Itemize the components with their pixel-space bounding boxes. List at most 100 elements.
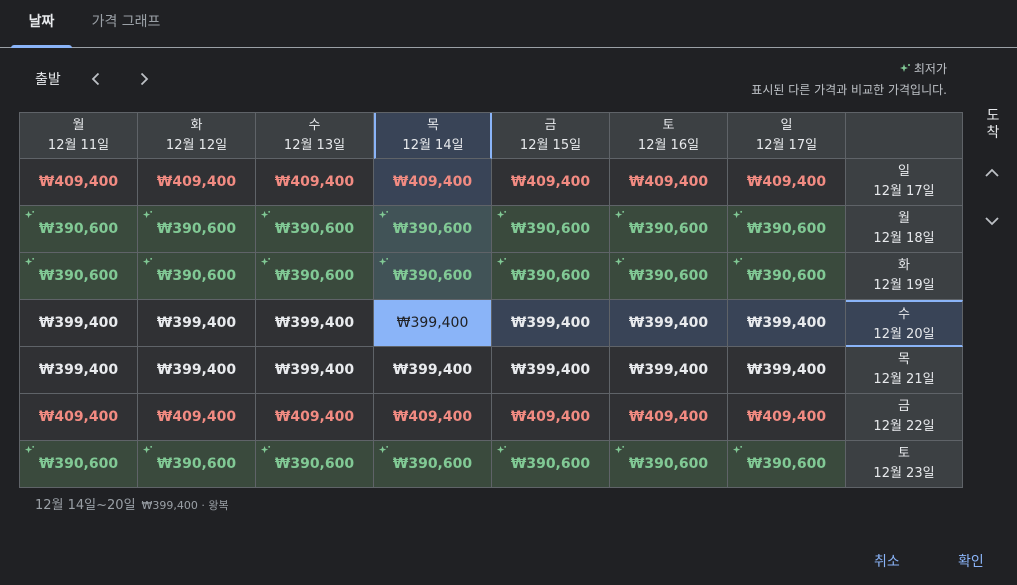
price-cell[interactable]: ₩390,600: [256, 253, 374, 300]
price-cell[interactable]: ₩399,400: [492, 300, 610, 347]
price-cell[interactable]: ₩390,600: [138, 206, 256, 253]
row-date: 12월 17일: [873, 184, 935, 199]
arrival-next-button[interactable]: [978, 207, 1006, 235]
price-cell[interactable]: ₩409,400: [20, 394, 138, 441]
departure-next-button[interactable]: [131, 66, 157, 92]
price-cell[interactable]: ₩409,400: [256, 394, 374, 441]
price-cell[interactable]: ₩409,400: [374, 394, 492, 441]
column-header[interactable]: 월 12월 11일: [20, 113, 138, 159]
price-text: ₩390,600: [746, 221, 827, 237]
column-header[interactable]: 일 12월 17일: [728, 113, 846, 159]
price-cell[interactable]: ₩390,600: [610, 253, 728, 300]
price-cell[interactable]: ₩399,400: [256, 347, 374, 394]
price-cell[interactable]: ₩390,600: [256, 206, 374, 253]
price-cell[interactable]: ₩390,600: [374, 441, 492, 488]
price-cell[interactable]: ₩409,400: [492, 159, 610, 206]
column-header[interactable]: 수 12월 13일: [256, 113, 374, 159]
price-text: ₩390,600: [38, 221, 119, 237]
price-cell[interactable]: ₩390,600: [492, 441, 610, 488]
price-cell[interactable]: ₩399,400: [728, 347, 846, 394]
row-header[interactable]: 목 12월 21일: [846, 347, 963, 394]
column-header[interactable]: 목 12월 14일: [374, 113, 492, 159]
price-text: ₩409,400: [156, 409, 237, 425]
price-cell[interactable]: ₩409,400: [374, 159, 492, 206]
cancel-button[interactable]: 취소: [874, 551, 900, 571]
price-text: ₩409,400: [156, 174, 237, 190]
tab-dates[interactable]: 날짜: [11, 0, 72, 48]
price-cell[interactable]: ₩390,600: [610, 206, 728, 253]
row-header[interactable]: 월 12월 18일: [846, 206, 963, 253]
tab-price-graph[interactable]: 가격 그래프: [78, 0, 174, 47]
price-cell[interactable]: ₩409,400: [492, 394, 610, 441]
price-cell[interactable]: ₩390,600: [256, 441, 374, 488]
row-day: 금: [898, 399, 910, 414]
departure-prev-button[interactable]: [83, 66, 109, 92]
lowest-price-legend: 최저가 표시된 다른 가격과 비교한 가격입니다.: [751, 60, 947, 98]
price-cell[interactable]: ₩390,600: [728, 441, 846, 488]
price-cell[interactable]: ₩399,400: [374, 347, 492, 394]
price-text: ₩390,600: [392, 268, 473, 284]
price-cell[interactable]: ₩399,400: [610, 347, 728, 394]
column-date: 12월 17일: [755, 138, 818, 153]
arrival-prev-button[interactable]: [978, 159, 1006, 187]
price-cell[interactable]: ₩390,600: [728, 206, 846, 253]
price-cell[interactable]: ₩390,600: [492, 206, 610, 253]
price-cell[interactable]: ₩399,400: [728, 300, 846, 347]
price-cell[interactable]: ₩399,400: [374, 300, 492, 347]
price-cell[interactable]: ₩390,600: [20, 206, 138, 253]
column-day: 일: [780, 118, 793, 133]
row-header[interactable]: 토 12월 23일: [846, 441, 963, 488]
price-cell[interactable]: ₩409,400: [138, 159, 256, 206]
price-cell[interactable]: ₩409,400: [256, 159, 374, 206]
column-day: 화: [190, 118, 203, 133]
price-cell[interactable]: ₩399,400: [20, 347, 138, 394]
price-cell[interactable]: ₩390,600: [728, 253, 846, 300]
price-cell[interactable]: ₩390,600: [138, 441, 256, 488]
row-header[interactable]: 일 12월 17일: [846, 159, 963, 206]
sparkle-icon: [899, 63, 910, 72]
price-cell[interactable]: ₩390,600: [138, 253, 256, 300]
column-header[interactable]: 토 12월 16일: [610, 113, 728, 159]
price-text: ₩390,600: [38, 268, 119, 284]
tab-bar: 날짜 가격 그래프: [0, 0, 1017, 48]
row-header[interactable]: 화 12월 19일: [846, 253, 963, 300]
price-cell[interactable]: ₩409,400: [20, 159, 138, 206]
price-cell[interactable]: ₩390,600: [374, 206, 492, 253]
sparkle-icon: [614, 210, 625, 219]
price-text: ₩390,600: [392, 221, 473, 237]
sparkle-icon: [732, 257, 743, 266]
ok-button[interactable]: 확인: [958, 551, 984, 571]
price-text: ₩409,400: [38, 409, 119, 425]
price-cell[interactable]: ₩399,400: [138, 347, 256, 394]
price-cell[interactable]: ₩390,600: [374, 253, 492, 300]
price-cell[interactable]: ₩409,400: [138, 394, 256, 441]
price-cell[interactable]: ₩399,400: [138, 300, 256, 347]
price-cell[interactable]: ₩409,400: [728, 394, 846, 441]
price-cell[interactable]: ₩409,400: [610, 159, 728, 206]
price-cell[interactable]: ₩399,400: [20, 300, 138, 347]
price-text: ₩409,400: [746, 174, 827, 190]
column-date: 12월 12일: [165, 138, 228, 153]
row-date: 12월 20일: [873, 327, 935, 342]
row-header[interactable]: 금 12월 22일: [846, 394, 963, 441]
price-cell[interactable]: ₩390,600: [610, 441, 728, 488]
price-cell[interactable]: ₩390,600: [20, 441, 138, 488]
price-text: ₩399,400: [628, 362, 709, 378]
price-cell[interactable]: ₩399,400: [610, 300, 728, 347]
price-text: ₩390,600: [510, 456, 591, 472]
column-day: 수: [308, 118, 321, 133]
price-cell[interactable]: ₩399,400: [492, 347, 610, 394]
price-cell[interactable]: ₩390,600: [20, 253, 138, 300]
column-header[interactable]: 화 12월 12일: [138, 113, 256, 159]
row-day: 수: [898, 307, 910, 322]
price-text: ₩409,400: [392, 409, 473, 425]
price-cell[interactable]: ₩409,400: [610, 394, 728, 441]
price-cell[interactable]: ₩390,600: [492, 253, 610, 300]
price-cell[interactable]: ₩409,400: [728, 159, 846, 206]
row-header[interactable]: 수 12월 20일: [846, 300, 963, 347]
sparkle-icon: [732, 445, 743, 454]
price-cell[interactable]: ₩399,400: [256, 300, 374, 347]
column-header[interactable]: 금 12월 15일: [492, 113, 610, 159]
sparkle-icon: [142, 445, 153, 454]
price-text: ₩409,400: [510, 174, 591, 190]
